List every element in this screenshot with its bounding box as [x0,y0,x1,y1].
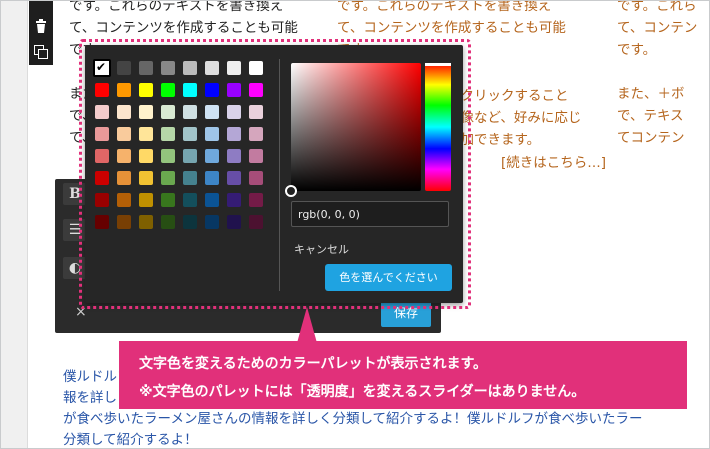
highlight-dotted-frame [79,39,471,309]
screenshot-frame: です。これらのテキストを書き換え て、コンテンツを作成することも可能 です。 ま… [0,0,710,449]
callout-arrow [297,307,317,343]
callout-line-2: ※文字色のパレットには「透明度」を変えるスライダーはありません。 [139,384,586,400]
left-sidebar [1,1,28,448]
read-more-link[interactable]: [続きはこちら…] [501,151,606,171]
block-toolbar [29,1,53,65]
copy-icon[interactable] [34,45,48,59]
trash-icon[interactable] [34,19,48,33]
bg-text-column-3: です。これら て、コンテン です。 また、＋ボ で、テキス てコンテン [617,0,698,146]
annotation-callout: 文字色を変えるためのカラーパレットが表示されます。 ※文字色のパレットには「透明… [119,341,687,409]
callout-line-1: 文字色を変えるためのカラーパレットが表示されます。 [139,356,488,372]
